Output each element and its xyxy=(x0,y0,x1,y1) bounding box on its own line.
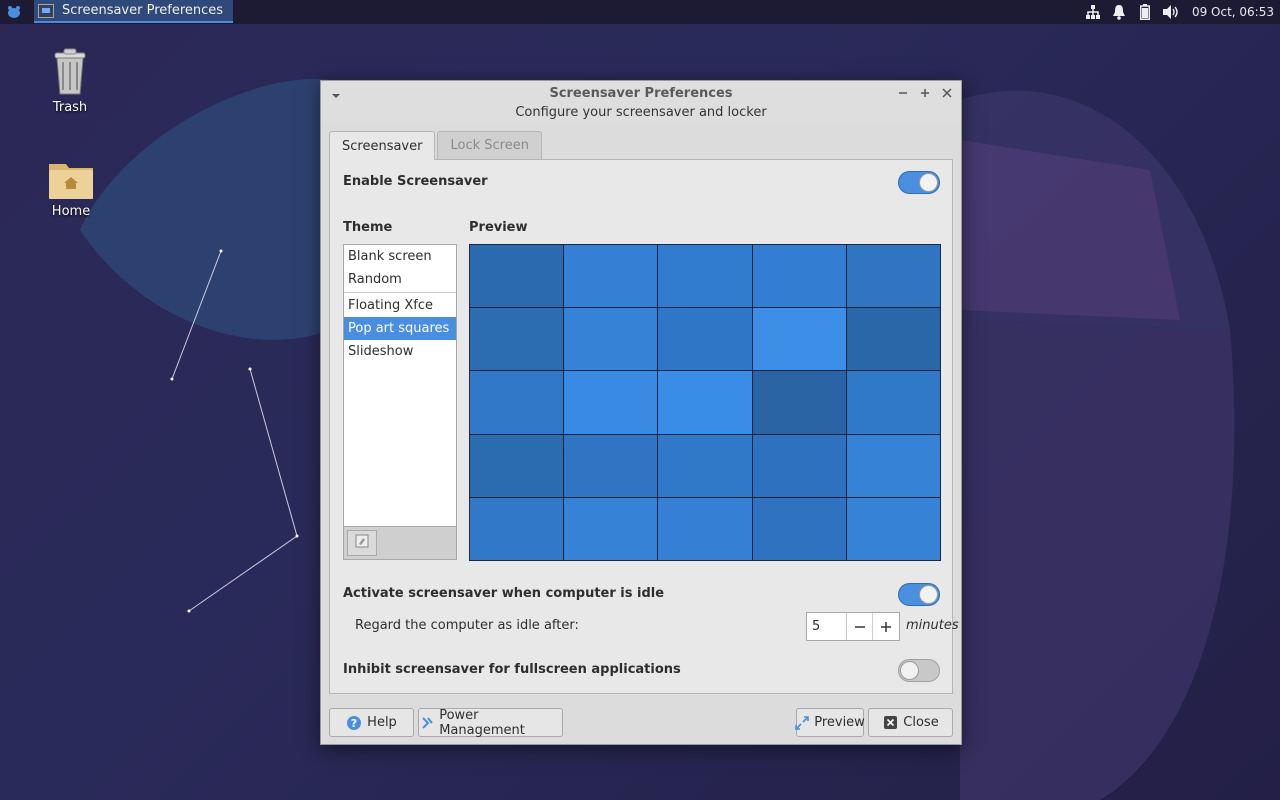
notifications-icon[interactable] xyxy=(1106,0,1132,24)
trash-icon xyxy=(50,48,90,96)
preview-square xyxy=(564,371,658,434)
preview-square xyxy=(470,497,564,560)
tab-lock-screen[interactable]: Lock Screen xyxy=(437,131,542,159)
svg-text:?: ? xyxy=(351,717,357,730)
decrement-button[interactable] xyxy=(847,613,873,640)
preview-square xyxy=(752,308,846,371)
tab-bar: Screensaver Lock Screen xyxy=(329,131,542,160)
preview-square xyxy=(470,308,564,371)
top-panel: Screensaver Preferences 09 Oct, 06:53 xyxy=(0,0,1280,24)
theme-item-blank-screen[interactable]: Blank screen xyxy=(344,245,456,268)
close-icon[interactable] xyxy=(939,85,955,101)
preview-square xyxy=(658,371,752,434)
preview-square xyxy=(846,497,940,560)
window-subtitle: Configure your screensaver and locker xyxy=(515,105,767,120)
preview-heading: Preview xyxy=(469,220,528,235)
enable-screensaver-label: Enable Screensaver xyxy=(343,174,488,189)
preview-square xyxy=(658,497,752,560)
preview-square xyxy=(752,434,846,497)
preview-square xyxy=(564,245,658,308)
configure-theme-button[interactable] xyxy=(347,530,377,556)
power-management-button-label: Power Management xyxy=(439,707,525,738)
close-button-label: Close xyxy=(903,715,939,730)
help-button[interactable]: ? Help xyxy=(329,708,414,737)
preview-square xyxy=(846,371,940,434)
theme-item-floating-xfce[interactable]: Floating Xfce xyxy=(344,294,456,317)
system-tray: 09 Oct, 06:53 xyxy=(1080,0,1280,24)
preview-square xyxy=(470,245,564,308)
help-button-label: Help xyxy=(367,715,397,730)
activate-idle-switch[interactable] xyxy=(898,583,940,606)
desktop-icon-label: Trash xyxy=(52,100,88,115)
battery-icon[interactable] xyxy=(1132,0,1158,24)
desktop-icon-home[interactable]: Home xyxy=(31,160,111,219)
taskbar-window-title: Screensaver Preferences xyxy=(62,3,224,18)
desktop-icon-label: Home xyxy=(51,204,91,219)
preview-square xyxy=(846,308,940,371)
theme-toolbar xyxy=(343,527,457,560)
screensaver-app-icon xyxy=(38,3,54,18)
theme-heading: Theme xyxy=(343,220,393,235)
screensaver-preferences-window: Screensaver Preferences Configure your s… xyxy=(320,80,962,745)
preview-button[interactable]: Preview xyxy=(795,708,865,737)
preview-area xyxy=(469,244,941,561)
screensaver-tab-panel: Enable Screensaver Theme Preview Blank s… xyxy=(329,159,959,694)
preview-square xyxy=(658,434,752,497)
preview-square xyxy=(846,245,940,308)
theme-item-pop-art-squares[interactable]: Pop art squares xyxy=(344,317,456,340)
power-management-button[interactable]: Power Management xyxy=(418,707,563,738)
window-title: Screensaver Preferences xyxy=(549,86,733,101)
desktop-icon-trash[interactable]: Trash xyxy=(30,48,110,115)
home-folder-icon xyxy=(48,160,94,200)
switch-knob xyxy=(900,661,919,680)
close-window-icon xyxy=(882,715,898,731)
idle-unit-label: minutes xyxy=(906,618,959,633)
network-icon[interactable] xyxy=(1080,0,1106,24)
preview-square xyxy=(752,245,846,308)
window-controls xyxy=(895,85,955,101)
preview-button-label: Preview xyxy=(814,715,865,730)
theme-item-slideshow[interactable]: Slideshow xyxy=(344,340,456,363)
theme-list: Blank screen Random Floating Xfce Pop ar… xyxy=(343,244,457,527)
activate-idle-label: Activate screensaver when computer is id… xyxy=(343,586,665,601)
preview-square xyxy=(564,308,658,371)
idle-minutes-stepper: 5 xyxy=(806,612,900,641)
preview-square xyxy=(658,308,752,371)
power-management-icon xyxy=(419,715,434,731)
preview-square xyxy=(470,371,564,434)
taskbar-window-button[interactable]: Screensaver Preferences xyxy=(34,0,233,23)
switch-knob xyxy=(919,585,938,604)
tab-screensaver[interactable]: Screensaver xyxy=(329,131,436,160)
fullscreen-icon xyxy=(795,715,810,731)
volume-icon[interactable] xyxy=(1158,0,1184,24)
preview-square xyxy=(564,497,658,560)
preview-square xyxy=(658,245,752,308)
preview-square xyxy=(846,434,940,497)
preview-square xyxy=(752,497,846,560)
maximize-icon[interactable] xyxy=(917,85,933,101)
idle-after-label: Regard the computer as idle after: xyxy=(355,618,579,633)
configure-theme-icon xyxy=(354,533,370,553)
minimize-icon[interactable] xyxy=(895,85,911,101)
help-icon: ? xyxy=(346,715,362,731)
preview-square xyxy=(470,434,564,497)
preview-square xyxy=(752,371,846,434)
increment-button[interactable] xyxy=(873,613,899,640)
inhibit-fullscreen-switch[interactable] xyxy=(898,659,940,682)
panel-clock[interactable]: 09 Oct, 06:53 xyxy=(1184,5,1280,19)
theme-item-random[interactable]: Random xyxy=(344,268,456,291)
close-button[interactable]: Close xyxy=(868,708,953,737)
inhibit-fullscreen-label: Inhibit screensaver for fullscreen appli… xyxy=(343,662,681,677)
applications-menu-icon[interactable] xyxy=(0,0,28,24)
theme-separator xyxy=(344,292,456,293)
preview-square xyxy=(564,434,658,497)
window-titlebar[interactable]: Screensaver Preferences Configure your s… xyxy=(321,81,961,123)
switch-knob xyxy=(919,173,938,192)
enable-screensaver-switch[interactable] xyxy=(898,171,940,194)
idle-minutes-input[interactable]: 5 xyxy=(807,613,847,640)
